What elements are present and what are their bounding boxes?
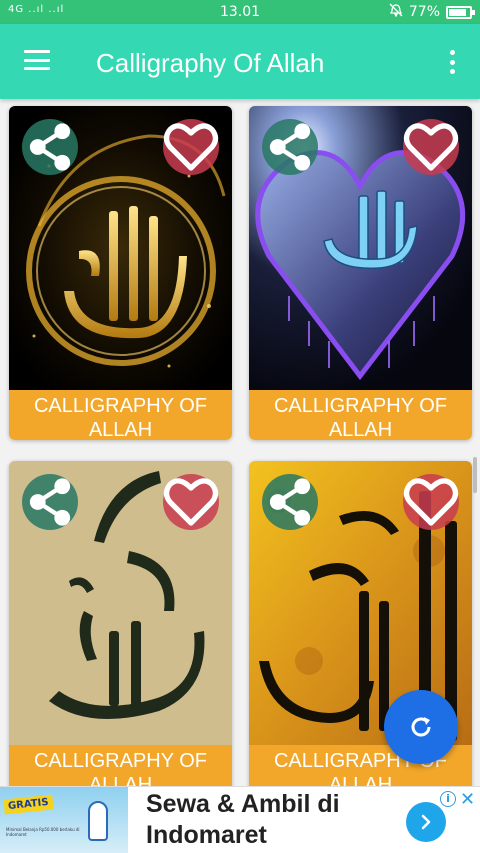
card-image-parchment[interactable]	[9, 461, 232, 745]
battery-icon	[446, 5, 475, 19]
image-grid[interactable]: CALLIGRAPHY OF ALLAH CALLIGRAPHY OF ALLA…	[0, 99, 480, 786]
ad-cta-button[interactable]	[406, 802, 446, 842]
app-title: Calligraphy Of Allah	[96, 48, 325, 78]
card-1[interactable]: CALLIGRAPHY OF ALLAH	[9, 106, 232, 440]
scrollbar-thumb[interactable]	[473, 457, 477, 493]
share-button[interactable]	[22, 119, 78, 175]
ad-close-icon[interactable]: ✕	[460, 789, 475, 810]
card-image-golden-swirl[interactable]	[9, 106, 232, 390]
status-bar: 4G ..ıl ..ıl 13.01 77%	[0, 0, 480, 24]
heart-outline-icon	[163, 123, 219, 171]
share-icon	[269, 123, 311, 171]
favorite-button[interactable]	[163, 474, 219, 530]
ad-badge: GRATIS	[3, 794, 54, 815]
favorite-button[interactable]	[403, 119, 459, 175]
share-button[interactable]	[22, 474, 78, 530]
share-icon	[269, 478, 311, 526]
share-icon	[29, 123, 71, 171]
refresh-icon	[411, 717, 431, 737]
ad-headline[interactable]: Sewa & Ambil di Indomaret	[146, 789, 396, 851]
status-right: 77%	[389, 3, 475, 21]
card-caption: CALLIGRAPHY OF ALLAH	[9, 745, 232, 786]
ad-image[interactable]: GRATIS Minimal Belanja Rp50.000 berlaku …	[0, 787, 128, 853]
ad-person-figure	[88, 801, 108, 841]
share-button[interactable]	[262, 119, 318, 175]
favorite-button[interactable]	[163, 119, 219, 175]
hamburger-menu-icon[interactable]	[24, 50, 50, 70]
share-icon	[29, 478, 71, 526]
card-caption: CALLIGRAPHY OF ALLAH	[9, 390, 232, 440]
battery-fill	[449, 8, 466, 16]
heart-outline-icon	[163, 478, 219, 526]
app-bar: Calligraphy Of Allah	[0, 24, 480, 99]
alarm-off-icon	[389, 3, 403, 21]
heart-outline-icon	[403, 123, 459, 171]
card-2[interactable]: CALLIGRAPHY OF ALLAH	[249, 106, 472, 440]
ad-fine-print: Minimal Belanja Rp50.000 berlaku di Indo…	[6, 827, 80, 837]
battery-percent: 77%	[408, 4, 440, 20]
chevron-right-icon	[421, 814, 431, 830]
card-caption: CALLIGRAPHY OF ALLAH	[249, 390, 472, 440]
more-vert-icon[interactable]	[448, 50, 456, 74]
refresh-fab[interactable]	[384, 690, 458, 764]
share-button[interactable]	[262, 474, 318, 530]
favorite-button[interactable]	[403, 474, 459, 530]
ad-info-icon[interactable]: i	[440, 791, 456, 807]
card-image-heart[interactable]	[249, 106, 472, 390]
card-3[interactable]: CALLIGRAPHY OF ALLAH	[9, 461, 232, 786]
heart-outline-icon	[403, 478, 459, 526]
